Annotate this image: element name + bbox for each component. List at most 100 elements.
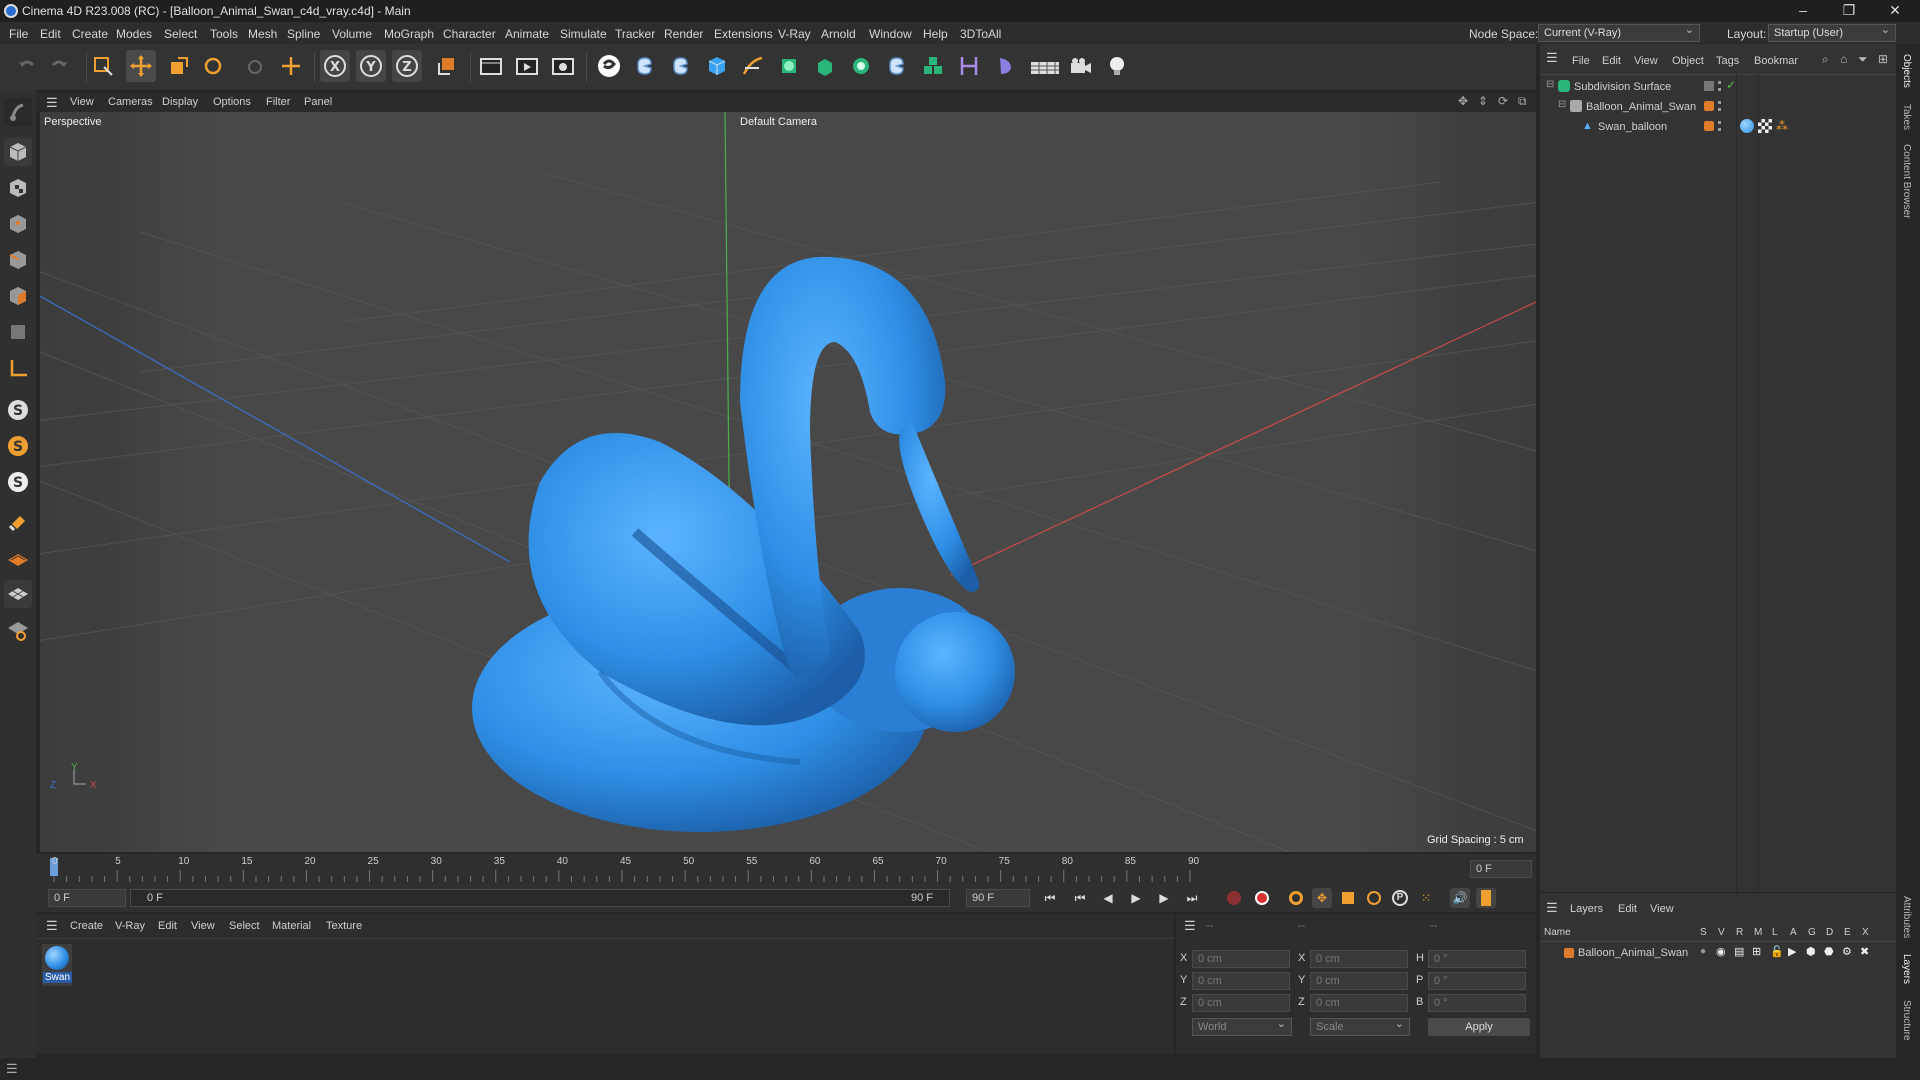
object-row-swan-balloon[interactable]: ▲ Swan_balloon ⁂ [1540,118,1896,136]
layer-xref-icon[interactable]: ✖ [1860,945,1869,958]
enabled-check-icon[interactable]: ✓ [1726,78,1736,92]
layer-expression-icon[interactable]: ⚙ [1842,945,1852,958]
layout-dropdown[interactable]: Startup (User) [1768,22,1896,42]
menu-arnold[interactable]: Arnold [821,27,856,41]
viewport-camera-label[interactable]: Default Camera [740,116,817,128]
rotate-icon[interactable] [198,50,228,82]
material-menu-create[interactable]: Create [70,920,103,932]
render-view-icon[interactable] [476,50,506,82]
material-hamburger-icon[interactable]: ☰ [46,918,58,934]
object-new-window-icon[interactable]: ⊞ [1878,52,1888,66]
menu-modes[interactable]: Modes [116,27,152,41]
world-axis-icon[interactable] [276,50,306,82]
layer-name[interactable]: Balloon_Animal_Swan [1578,947,1688,959]
workplane-snap-icon[interactable]: S [4,468,32,496]
python-script-2-icon[interactable] [666,50,696,82]
tab-structure[interactable]: Structure [1901,1000,1912,1041]
auto-key-icon[interactable] [1252,888,1272,908]
make-editable-icon[interactable] [4,98,32,126]
mograph-cloner-icon[interactable] [846,50,876,82]
layers-column-locked[interactable]: L [1772,927,1778,938]
texture-mode-icon[interactable] [4,174,32,202]
material-menu-view[interactable]: View [191,920,215,932]
layers-menu-edit[interactable]: Edit [1618,903,1637,915]
object-menu-object[interactable]: Object [1672,55,1704,67]
go-to-end-icon[interactable]: ⏭ [1182,888,1202,908]
menu-tools[interactable]: Tools [210,27,238,41]
menu-edit[interactable]: Edit [40,27,61,41]
y-axis-lock-icon[interactable]: Y [356,50,386,82]
menu-animate[interactable]: Animate [505,27,549,41]
menu-mograph[interactable]: MoGraph [384,27,434,41]
object-search-icon[interactable]: ⌕ [1822,52,1829,67]
material-menu-texture[interactable]: Texture [326,920,362,932]
layer-render-icon[interactable]: ▤ [1734,945,1744,958]
viewport-maximize-icon[interactable]: ⧉ [1518,94,1527,109]
uv-mode-icon[interactable] [4,318,32,346]
status-menu-icon[interactable]: ☰ [6,1061,18,1077]
play-icon[interactable]: ▶ [1126,888,1146,908]
size-y-field[interactable]: 0 cm [1310,972,1408,990]
layers-column-animation[interactable]: A [1790,927,1797,938]
go-to-start-icon[interactable]: ⏮ [1040,888,1060,908]
frame-range-slider[interactable]: 0 F 90 F [130,889,950,907]
position-x-field[interactable]: 0 cm [1192,950,1290,968]
menu-render[interactable]: Render [664,27,703,41]
rotation-h-field[interactable]: 0 ° [1428,950,1526,968]
position-z-field[interactable]: 0 cm [1192,994,1290,1012]
object-row-subdivision-surface[interactable]: ⊟ Subdivision Surface ✓ [1540,78,1896,96]
object-row-balloon-animal-swan[interactable]: ⊟ Balloon_Animal_Swan [1540,98,1896,116]
end-frame-field[interactable]: 90 F [966,889,1030,907]
phong-tag-icon[interactable]: ⁂ [1776,119,1788,133]
edges-mode-icon[interactable] [4,246,32,274]
size-x-field[interactable]: 0 cm [1310,950,1408,968]
key-position-icon[interactable]: ✥ [1312,888,1332,908]
layers-hamburger-icon[interactable]: ☰ [1546,900,1558,916]
layers-menu-view[interactable]: View [1650,903,1674,915]
undo-icon[interactable] [12,50,42,82]
object-menu-tags[interactable]: Tags [1716,55,1739,67]
previous-frame-icon[interactable]: ◀ [1098,888,1118,908]
x-axis-lock-icon[interactable]: X [320,50,350,82]
layer-color-chip[interactable] [1564,948,1574,958]
apply-button[interactable]: Apply [1428,1018,1530,1036]
perspective-viewport[interactable]: Perspective Default Camera Grid Spacing … [40,112,1536,852]
close-button[interactable]: ✕ [1872,0,1918,22]
layer-visible-icon[interactable]: ◉ [1716,945,1726,958]
axis-mode-icon[interactable] [4,354,32,382]
menu-tracker[interactable]: Tracker [615,27,655,41]
menu-spline[interactable]: Spline [287,27,320,41]
key-scale-icon[interactable] [1338,888,1358,908]
layer-animation-icon[interactable]: ▶ [1788,945,1796,958]
layers-column-deformers[interactable]: D [1826,927,1833,938]
redo-icon[interactable] [44,50,74,82]
key-rotation-icon[interactable] [1364,888,1384,908]
layer-generator-icon[interactable]: ⬢ [1806,945,1816,958]
viewport-menu-view[interactable]: View [70,96,94,108]
object-menu-edit[interactable]: Edit [1602,55,1621,67]
visibility-dots-icon[interactable] [1718,81,1722,91]
menu-window[interactable]: Window [869,27,912,41]
restore-button[interactable]: ❐ [1826,0,1872,22]
next-frame-icon[interactable]: ▶ [1154,888,1174,908]
object-home-icon[interactable]: ⌂ [1840,52,1847,66]
viewport-zoom-icon[interactable]: ⇕ [1478,94,1488,108]
previous-key-icon[interactable]: ⏮ [1070,888,1090,908]
move-icon[interactable] [126,50,156,82]
coords-hamburger-icon[interactable]: ☰ [1184,918,1196,934]
python-generator-icon[interactable] [882,50,912,82]
tab-layers[interactable]: Layers [1901,954,1912,984]
python-script-icon[interactable] [630,50,660,82]
menu-3dtoall[interactable]: 3DToAll [960,27,1001,41]
layer-color-chip[interactable] [1704,121,1714,131]
tab-objects[interactable]: Objects [1901,54,1912,88]
menu-mesh[interactable]: Mesh [248,27,277,41]
rotation-p-field[interactable]: 0 ° [1428,972,1526,990]
layers-column-xref[interactable]: X [1862,927,1869,938]
subdivision-surface-icon[interactable] [774,50,804,82]
coordinate-system-icon[interactable] [432,50,462,82]
menu-extensions[interactable]: Extensions [714,27,773,41]
start-frame-field[interactable]: 0 F [48,889,126,907]
layer-color-chip[interactable] [1704,81,1714,91]
layers-column-expressions[interactable]: E [1844,927,1851,938]
